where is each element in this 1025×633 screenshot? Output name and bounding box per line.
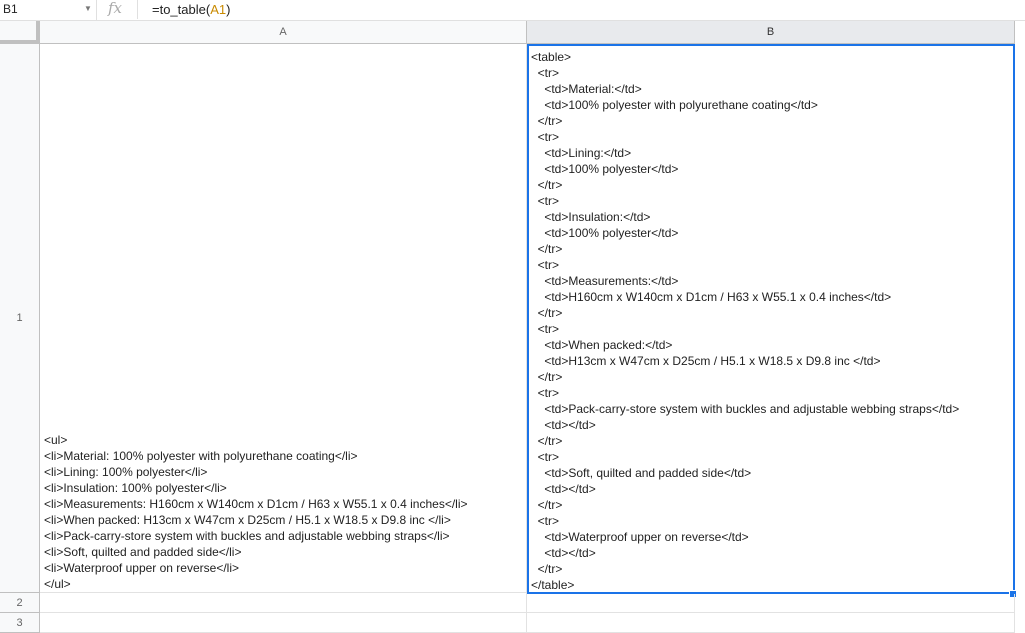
formula-input[interactable]: =to_table(A1) [152,2,230,17]
formula-prefix: =to_table( [152,2,211,17]
cell-b1-text: <table> <tr> <td>Material:</td> <td>100%… [531,50,960,592]
cell-b2[interactable] [527,594,1015,613]
cell-b3[interactable] [527,613,1015,633]
fx-icon: fx [104,0,138,19]
cell-a2[interactable] [40,593,527,613]
select-all-corner[interactable] [0,21,40,44]
formula-suffix: ) [226,2,231,17]
cell-a3[interactable] [40,613,527,633]
cell-b1[interactable]: <table> <tr> <td>Material:</td> <td>100%… [527,44,1015,594]
name-box-value: B1 [3,2,18,16]
formula-cell-ref: A1 [210,2,227,17]
row-header-2[interactable]: 2 [0,593,40,613]
formula-bar: B1 ▼ fx =to_table(A1) [0,0,1025,21]
name-box[interactable]: B1 ▼ [0,0,97,20]
cell-a1[interactable]: <ul> <li>Material: 100% polyester with p… [40,44,527,593]
row-header-3[interactable]: 3 [0,613,40,633]
row-header-1[interactable]: 1 [0,44,40,593]
column-header-b[interactable]: B [527,21,1015,44]
column-header-a[interactable]: A [40,21,527,44]
chevron-down-icon[interactable]: ▼ [84,4,92,13]
cell-a1-text: <ul> <li>Material: 100% polyester with p… [44,433,468,591]
